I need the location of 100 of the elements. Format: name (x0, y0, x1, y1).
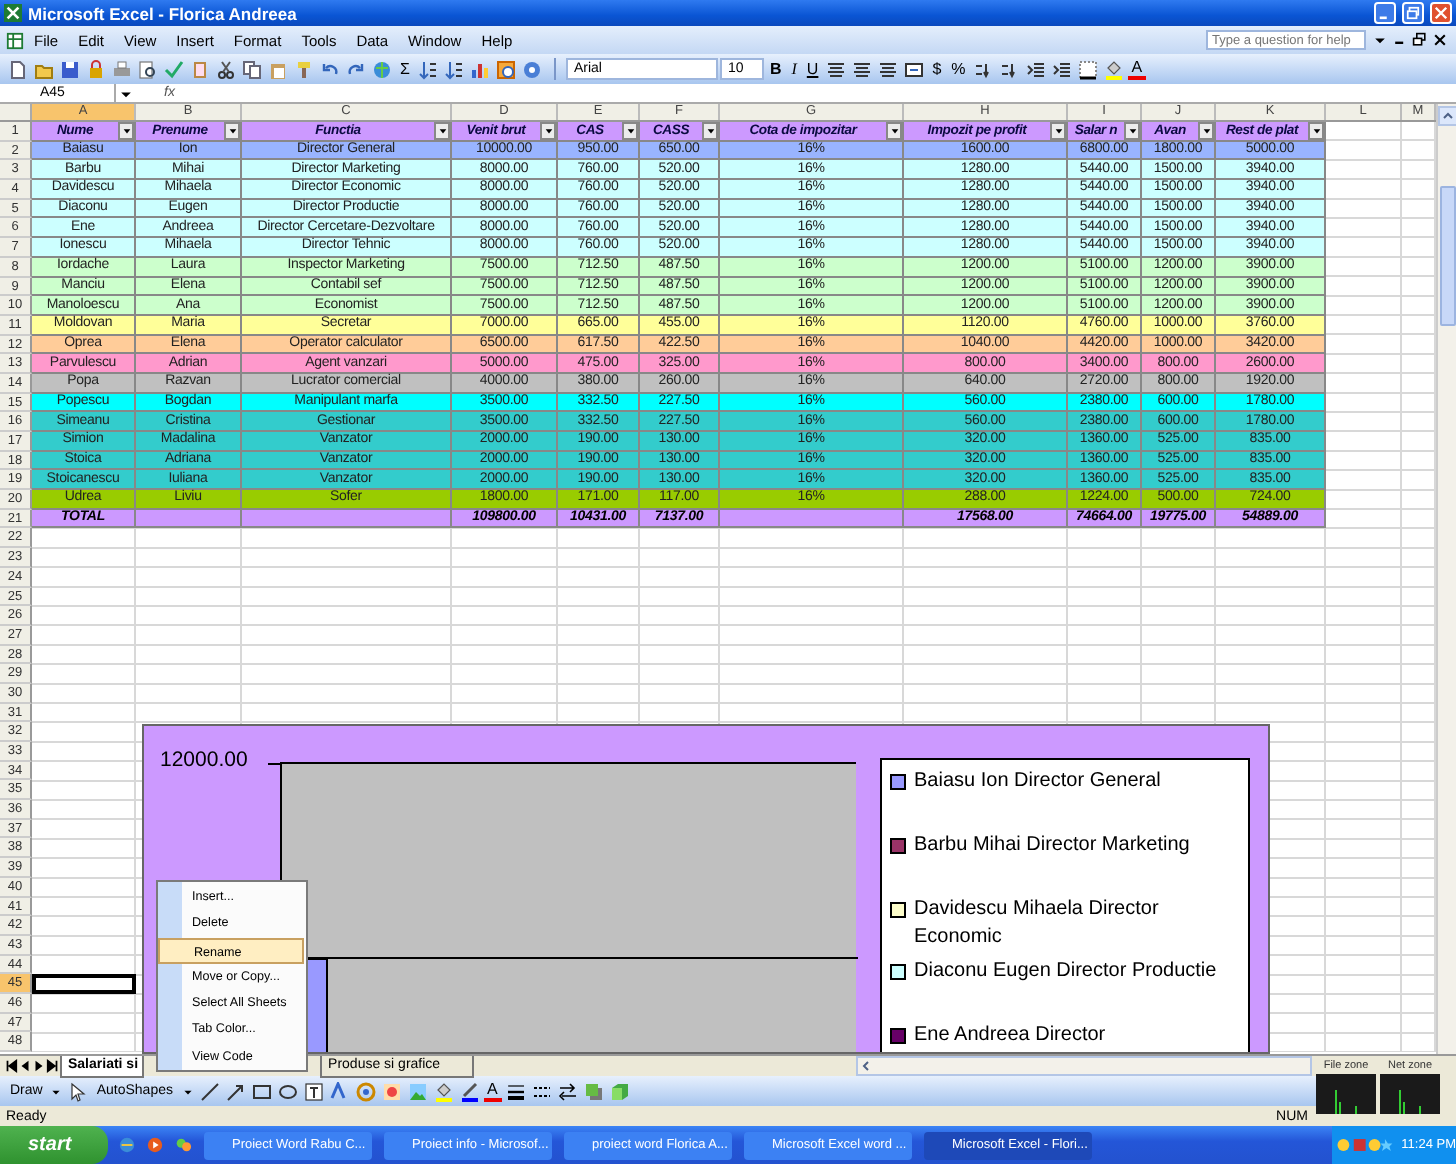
increase-indent-icon[interactable] (1051, 59, 1072, 79)
activity-graph (1380, 1074, 1440, 1114)
help-icon[interactable] (521, 59, 542, 79)
cut-icon[interactable] (216, 59, 236, 79)
sort-descending-icon[interactable] (443, 59, 464, 79)
line-style-icon[interactable] (505, 1081, 526, 1101)
filter-button[interactable] (622, 122, 638, 139)
browser-icon[interactable] (118, 1136, 136, 1154)
currency-button[interactable]: $ (928, 59, 946, 79)
filter-button[interactable] (886, 122, 902, 139)
dropdown-caret-icon[interactable] (50, 1085, 63, 1097)
dropdown-arrow-icon (1127, 125, 1137, 136)
italic-button[interactable]: I (787, 59, 801, 79)
borders-icon[interactable] (1077, 59, 1098, 79)
dropdown-arrow-icon (625, 125, 635, 136)
scroll-thumb[interactable] (1439, 186, 1455, 326)
copy-icon[interactable] (242, 59, 262, 79)
minimize-button[interactable] (1374, 2, 1396, 24)
print-preview-icon[interactable] (138, 59, 158, 79)
center-icon[interactable] (852, 59, 873, 79)
drawing-icon[interactable] (495, 59, 516, 79)
increase-decimal-icon[interactable] (973, 59, 994, 79)
diagram-icon[interactable] (355, 1081, 375, 1101)
workbook-icon[interactable] (6, 31, 24, 49)
dropdown-arrow-icon (1311, 125, 1321, 136)
horizontal-scrollbar[interactable] (856, 1056, 1312, 1076)
format-painter-icon[interactable] (294, 59, 314, 79)
dropdown-arrow-icon (543, 125, 553, 136)
messenger-icon[interactable] (174, 1136, 192, 1154)
text-box-icon[interactable] (303, 1081, 323, 1101)
legend-label: Barbu Mihai Director Marketing (914, 832, 1190, 860)
arrow-icon[interactable] (225, 1081, 245, 1101)
decrease-indent-icon[interactable] (1025, 59, 1046, 79)
rectangle-icon[interactable] (251, 1081, 271, 1101)
save-icon[interactable] (60, 59, 80, 79)
font-color-button[interactable]: A (483, 1081, 502, 1101)
legend-label: Davidescu Mihaela Director Economic (914, 896, 1161, 952)
close-icon[interactable] (1432, 32, 1448, 48)
fill-color-icon[interactable] (1103, 59, 1124, 79)
autosum-button[interactable]: Σ (396, 59, 414, 79)
chart-wizard-icon[interactable] (469, 59, 490, 79)
spreadsheet-app-icon (4, 4, 22, 22)
arrow-style-icon[interactable] (557, 1081, 578, 1101)
filter-button[interactable] (702, 122, 718, 139)
axis-label: 12000.00 (160, 748, 248, 772)
filter-button[interactable] (540, 122, 556, 139)
dropdown-caret-icon[interactable] (181, 1085, 193, 1097)
dropdown-arrow-icon (705, 125, 715, 136)
restore-button[interactable] (1402, 2, 1424, 24)
filter-button[interactable] (434, 122, 450, 139)
axis-tick (268, 762, 280, 766)
align-right-icon[interactable] (878, 59, 899, 79)
dropdown-arrow-icon (889, 125, 899, 136)
media-player-icon[interactable] (146, 1136, 164, 1154)
active-cell[interactable] (32, 974, 136, 994)
permission-icon[interactable] (86, 59, 106, 79)
line-color-icon[interactable] (459, 1081, 479, 1101)
close-icon (1434, 6, 1448, 20)
percent-button[interactable]: % (947, 59, 970, 79)
dropdown-arrow-icon (1201, 125, 1211, 136)
scroll-up-icon[interactable] (1437, 106, 1456, 126)
window-title: Microsoft Excel - Florica Andreea (28, 3, 297, 23)
oval-icon[interactable] (277, 1081, 297, 1101)
legend-label: Diaconu Eugen Director Productie (914, 958, 1217, 986)
open-folder-icon[interactable] (34, 59, 54, 79)
dropdown-arrow-icon (121, 125, 131, 136)
align-left-icon[interactable] (826, 59, 847, 79)
dropdown-arrow-icon (437, 125, 447, 136)
scroll-left-icon[interactable] (858, 1058, 874, 1074)
wordart-icon[interactable] (329, 1081, 349, 1101)
shadow-icon[interactable] (583, 1081, 604, 1101)
filter-button[interactable] (1124, 122, 1140, 139)
filter-button[interactable] (1308, 122, 1324, 139)
new-file-icon[interactable] (8, 59, 28, 79)
filter-button[interactable] (118, 122, 134, 139)
tray-icons-drawing[interactable] (1336, 1136, 1396, 1154)
line-icon[interactable] (199, 1081, 219, 1101)
merge-center-icon[interactable] (904, 59, 925, 79)
legend-label: Ene Andreea Director (914, 1022, 1106, 1050)
legend-label: Baiasu Ion Director General (914, 768, 1161, 796)
select-objects-icon[interactable] (68, 1081, 89, 1101)
underline-button[interactable]: U (802, 59, 823, 79)
undo-icon[interactable] (320, 59, 340, 79)
dropdown-arrow-icon (227, 125, 237, 136)
filter-button[interactable] (1198, 122, 1214, 139)
dropdown-caret-icon[interactable] (1372, 32, 1388, 48)
filter-button[interactable] (224, 122, 240, 139)
vertical-scrollbar[interactable] (1436, 104, 1456, 1054)
activity-graph (1316, 1074, 1376, 1114)
filter-button[interactable] (1050, 122, 1066, 139)
hyperlink-icon[interactable] (372, 59, 392, 79)
dropdown-arrow-icon (1053, 125, 1063, 136)
decrease-decimal-icon[interactable] (999, 59, 1020, 79)
fill-color-icon[interactable] (433, 1081, 453, 1101)
sort-ascending-icon[interactable] (417, 59, 438, 79)
bold-button[interactable]: B (765, 59, 786, 79)
redo-icon[interactable] (346, 59, 366, 79)
dash-style-icon[interactable] (531, 1081, 552, 1101)
font-color-button[interactable]: A (1127, 59, 1147, 79)
close-button[interactable] (1430, 2, 1452, 24)
